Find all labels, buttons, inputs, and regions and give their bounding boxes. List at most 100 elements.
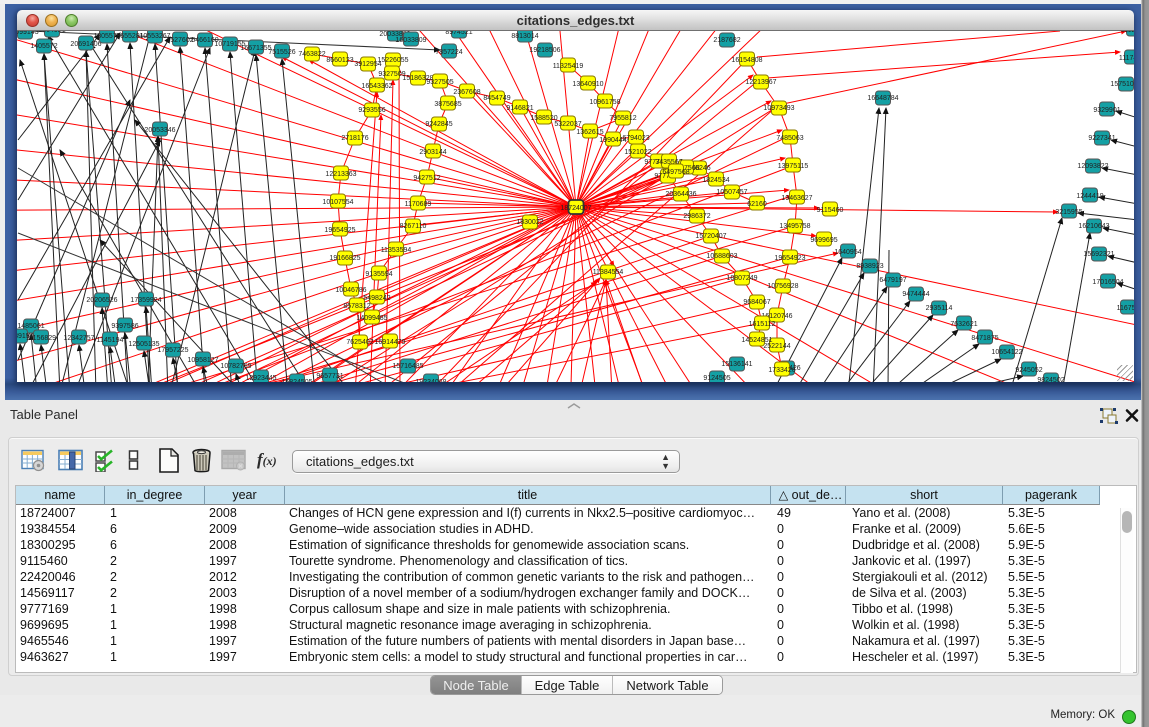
- svg-text:2718176: 2718176: [341, 135, 368, 142]
- svg-text:8813014: 8813014: [511, 33, 538, 40]
- svg-text:2935114: 2935114: [926, 305, 953, 312]
- svg-text:15751074: 15751074: [1110, 81, 1134, 88]
- svg-text:6479197: 6479197: [879, 277, 906, 284]
- svg-text:10107554: 10107554: [322, 199, 353, 206]
- svg-text:3215955: 3215955: [1055, 209, 1082, 216]
- svg-text:20053346: 20053346: [144, 127, 175, 134]
- svg-text:2986372: 2986372: [683, 213, 710, 220]
- svg-text:19218506: 19218506: [529, 47, 560, 54]
- svg-text:17957225: 17957225: [157, 347, 188, 354]
- svg-text:12923445: 12923445: [245, 375, 276, 382]
- svg-text:6794023: 6794023: [622, 135, 649, 142]
- svg-text:1830022: 1830022: [516, 219, 543, 226]
- svg-text:2903144: 2903144: [419, 149, 446, 156]
- svg-text:10958127: 10958127: [187, 357, 218, 364]
- svg-text:9227341: 9227341: [1088, 135, 1115, 142]
- svg-text:15226055: 15226055: [377, 57, 408, 64]
- svg-text:17016504: 17016504: [1092, 279, 1123, 286]
- svg-text:9329901: 9329901: [1093, 107, 1120, 114]
- svg-text:16648784: 16648784: [867, 95, 898, 102]
- svg-text:18807249: 18807249: [726, 275, 757, 282]
- svg-text:10756928: 10756928: [767, 283, 798, 290]
- svg-text:16543362: 16543362: [361, 83, 392, 90]
- svg-text:8974521: 8974521: [445, 31, 472, 36]
- svg-text:1733426: 1733426: [768, 367, 795, 374]
- svg-text:1521022: 1521022: [624, 149, 651, 156]
- svg-text:9245052: 9245052: [1015, 367, 1042, 374]
- svg-text:19463627: 19463627: [781, 195, 812, 202]
- svg-text:12093822: 12093822: [1077, 163, 1108, 170]
- svg-text:1640954: 1640954: [834, 249, 861, 256]
- svg-text:19654923: 19654923: [774, 255, 805, 262]
- svg-text:8660123: 8660123: [326, 57, 353, 64]
- svg-text:1145194: 1145194: [97, 337, 124, 344]
- svg-text:10961758: 10961758: [589, 99, 620, 106]
- svg-text:10688603: 10688603: [706, 253, 737, 260]
- svg-text:11353594: 11353594: [381, 247, 412, 254]
- svg-text:6497568: 6497568: [662, 169, 689, 176]
- svg-text:13640910: 13640910: [572, 81, 603, 88]
- svg-text:2187682: 2187682: [713, 37, 740, 44]
- svg-text:12213967: 12213967: [745, 79, 776, 86]
- svg-text:8454749: 8454749: [483, 95, 510, 102]
- svg-text:10654122: 10654122: [991, 349, 1022, 356]
- svg-text:20364436: 20364436: [665, 191, 696, 198]
- svg-text:16033809: 16033809: [395, 37, 426, 44]
- svg-text:12213363: 12213363: [325, 171, 356, 178]
- svg-text:9824502: 9824502: [1037, 377, 1064, 382]
- svg-text:9115460: 9115460: [817, 207, 844, 214]
- svg-text:7463822: 7463822: [298, 51, 325, 58]
- svg-text:1112404: 1112404: [1121, 31, 1134, 34]
- svg-text:14524851: 14524851: [741, 337, 772, 344]
- svg-text:7625402: 7625402: [346, 339, 373, 346]
- svg-text:17359924: 17359924: [130, 297, 161, 304]
- svg-text:7955812: 7955812: [609, 115, 636, 122]
- svg-text:1527602: 1527602: [166, 37, 193, 44]
- svg-text:15716485: 15716485: [392, 363, 423, 370]
- svg-text:8267110: 8267110: [400, 223, 427, 230]
- svg-text:8471875: 8471875: [971, 335, 998, 342]
- svg-text:7857224: 7857224: [435, 49, 462, 56]
- svg-text:9124505: 9124505: [703, 375, 730, 382]
- svg-text:19654925: 19654925: [324, 227, 355, 234]
- svg-text:7485063: 7485063: [776, 135, 803, 142]
- svg-text:9427512: 9427512: [413, 175, 440, 182]
- svg-text:12505135: 12505135: [128, 341, 159, 348]
- svg-text:10782759: 10782759: [220, 363, 251, 370]
- svg-text:16210643: 16210643: [1078, 223, 1109, 230]
- svg-text:1244419: 1244419: [1076, 193, 1103, 200]
- svg-text:19234068: 19234068: [415, 379, 446, 382]
- svg-text:18724007: 18724007: [560, 205, 591, 212]
- svg-text:1362615: 1362615: [576, 129, 603, 136]
- svg-text:62160: 62160: [747, 201, 767, 208]
- svg-text:5498242: 5498242: [363, 295, 390, 302]
- svg-text:7632621: 7632621: [950, 321, 977, 328]
- svg-text:9474444: 9474444: [902, 291, 929, 298]
- svg-text:1117404: 1117404: [1119, 55, 1134, 62]
- svg-text:116753: 116753: [1117, 305, 1134, 312]
- svg-text:9327505: 9327505: [426, 79, 453, 86]
- svg-text:10973493: 10973493: [763, 105, 794, 112]
- svg-text:16914479: 16914479: [374, 339, 405, 346]
- svg-text:11325419: 11325419: [553, 63, 584, 70]
- svg-text:16671355: 16671355: [240, 45, 271, 52]
- svg-text:9684067: 9684067: [743, 299, 770, 306]
- svg-text:11384554: 11384554: [593, 269, 624, 276]
- svg-text:13975115: 13975115: [778, 163, 809, 170]
- svg-text:9397586: 9397586: [111, 323, 138, 330]
- svg-text:3875685: 3875685: [434, 101, 461, 108]
- svg-text:13495758: 13495758: [779, 223, 810, 230]
- svg-text:20206526: 20206526: [86, 297, 117, 304]
- svg-text:1615112: 1615112: [749, 321, 776, 328]
- svg-text:19166825: 19166825: [329, 255, 360, 262]
- svg-text:15720407: 15720407: [695, 233, 726, 240]
- svg-text:9699695: 9699695: [810, 237, 837, 244]
- svg-text:1405572: 1405572: [30, 43, 57, 50]
- svg-text:9657731: 9657731: [316, 373, 343, 380]
- svg-text:2522144: 2522144: [763, 343, 790, 350]
- svg-text:5322037: 5322037: [554, 121, 581, 128]
- svg-text:15692321: 15692321: [1083, 251, 1114, 258]
- svg-text:12342757: 12342757: [63, 335, 94, 342]
- svg-text:16154808: 16154808: [731, 57, 762, 64]
- svg-text:2099143: 2099143: [17, 31, 39, 36]
